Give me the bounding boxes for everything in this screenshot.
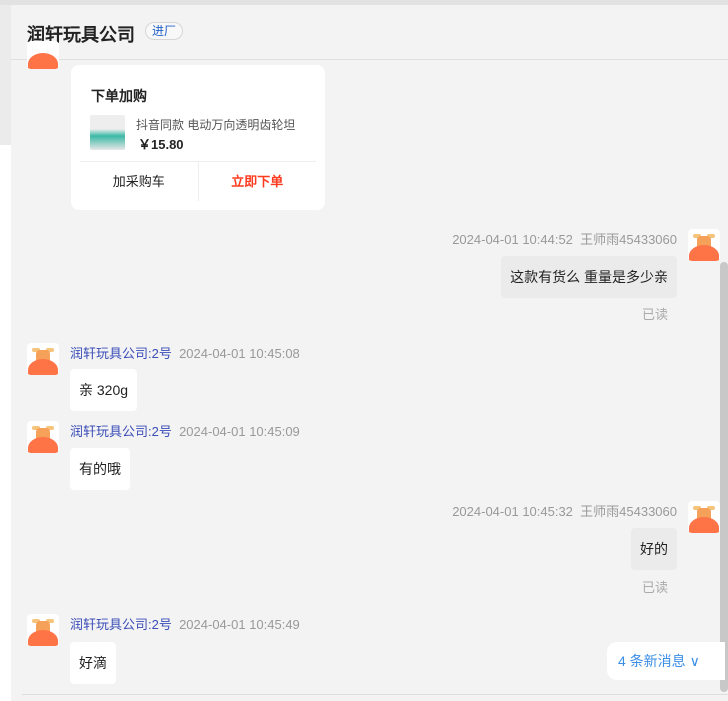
new-messages-label: 4 条新消息 (618, 653, 686, 669)
message-time: 2024-04-01 10:44:52 (452, 232, 573, 247)
avatar (688, 229, 720, 261)
avatar (27, 41, 59, 69)
message-sender: 王师雨45433060 (580, 232, 677, 247)
product-price: ￥15.80 (138, 137, 184, 152)
message-bubble: 好的 (631, 528, 677, 570)
message-meta: 2024-04-01 10:44:52 王师雨45433060 (452, 229, 677, 248)
message-bubble: 好滴 (70, 642, 116, 684)
message-meta: 润轩玩具公司:2号 2024-04-01 10:45:09 (70, 421, 300, 440)
message-bubble: 亲 320g (70, 369, 138, 411)
message-sender: 润轩玩具公司:2号 (70, 424, 172, 439)
buy-now-button[interactable]: 立即下单 (197, 162, 317, 201)
read-status: 已读 (642, 307, 669, 322)
avatar (688, 501, 720, 533)
chevron-down-icon: ∨ (689, 653, 700, 669)
avatar (27, 614, 59, 646)
avatar (27, 343, 59, 375)
product-image[interactable] (90, 115, 125, 150)
message-meta: 润轩玩具公司:2号 2024-04-01 10:45:49 (70, 614, 300, 633)
message-time: 2024-04-01 10:45:09 (179, 424, 300, 439)
message-meta: 2024-04-01 10:45:32 王师雨45433060 (452, 501, 677, 520)
divider (22, 694, 728, 695)
chat-header: 润轩玩具公司 进厂 (11, 5, 728, 60)
message-time: 2024-04-01 10:45:49 (179, 617, 300, 632)
card-title: 下单加购 (91, 88, 147, 104)
read-status: 已读 (642, 580, 669, 595)
chat-panel: 润轩玩具公司 进厂 下单加购 抖音同款 电动万向透明齿轮坦 ￥15.80 加采购… (11, 5, 728, 701)
product-name[interactable]: 抖音同款 电动万向透明齿轮坦 (136, 116, 295, 133)
add-cart-button[interactable]: 加采购车 (80, 162, 198, 201)
shop-tag[interactable]: 进厂 (145, 22, 184, 40)
background-window (0, 145, 11, 701)
avatar (27, 421, 59, 453)
message-bubble: 这款有货么 重量是多少亲 (501, 256, 677, 298)
new-messages-button[interactable]: 4 条新消息 ∨ (607, 642, 725, 680)
message-time: 2024-04-01 10:45:32 (452, 504, 573, 519)
message-meta: 润轩玩具公司:2号 2024-04-01 10:45:08 (70, 343, 300, 362)
message-sender: 润轩玩具公司:2号 (70, 617, 172, 632)
order-card: 下单加购 抖音同款 电动万向透明齿轮坦 ￥15.80 加采购车 立即下单 (71, 65, 325, 210)
message-bubble: 有的哦 (70, 448, 130, 490)
message-time: 2024-04-01 10:45:08 (179, 346, 300, 361)
scrollbar[interactable] (720, 262, 728, 692)
message-sender: 王师雨45433060 (580, 504, 677, 519)
message-sender: 润轩玩具公司:2号 (70, 346, 172, 361)
